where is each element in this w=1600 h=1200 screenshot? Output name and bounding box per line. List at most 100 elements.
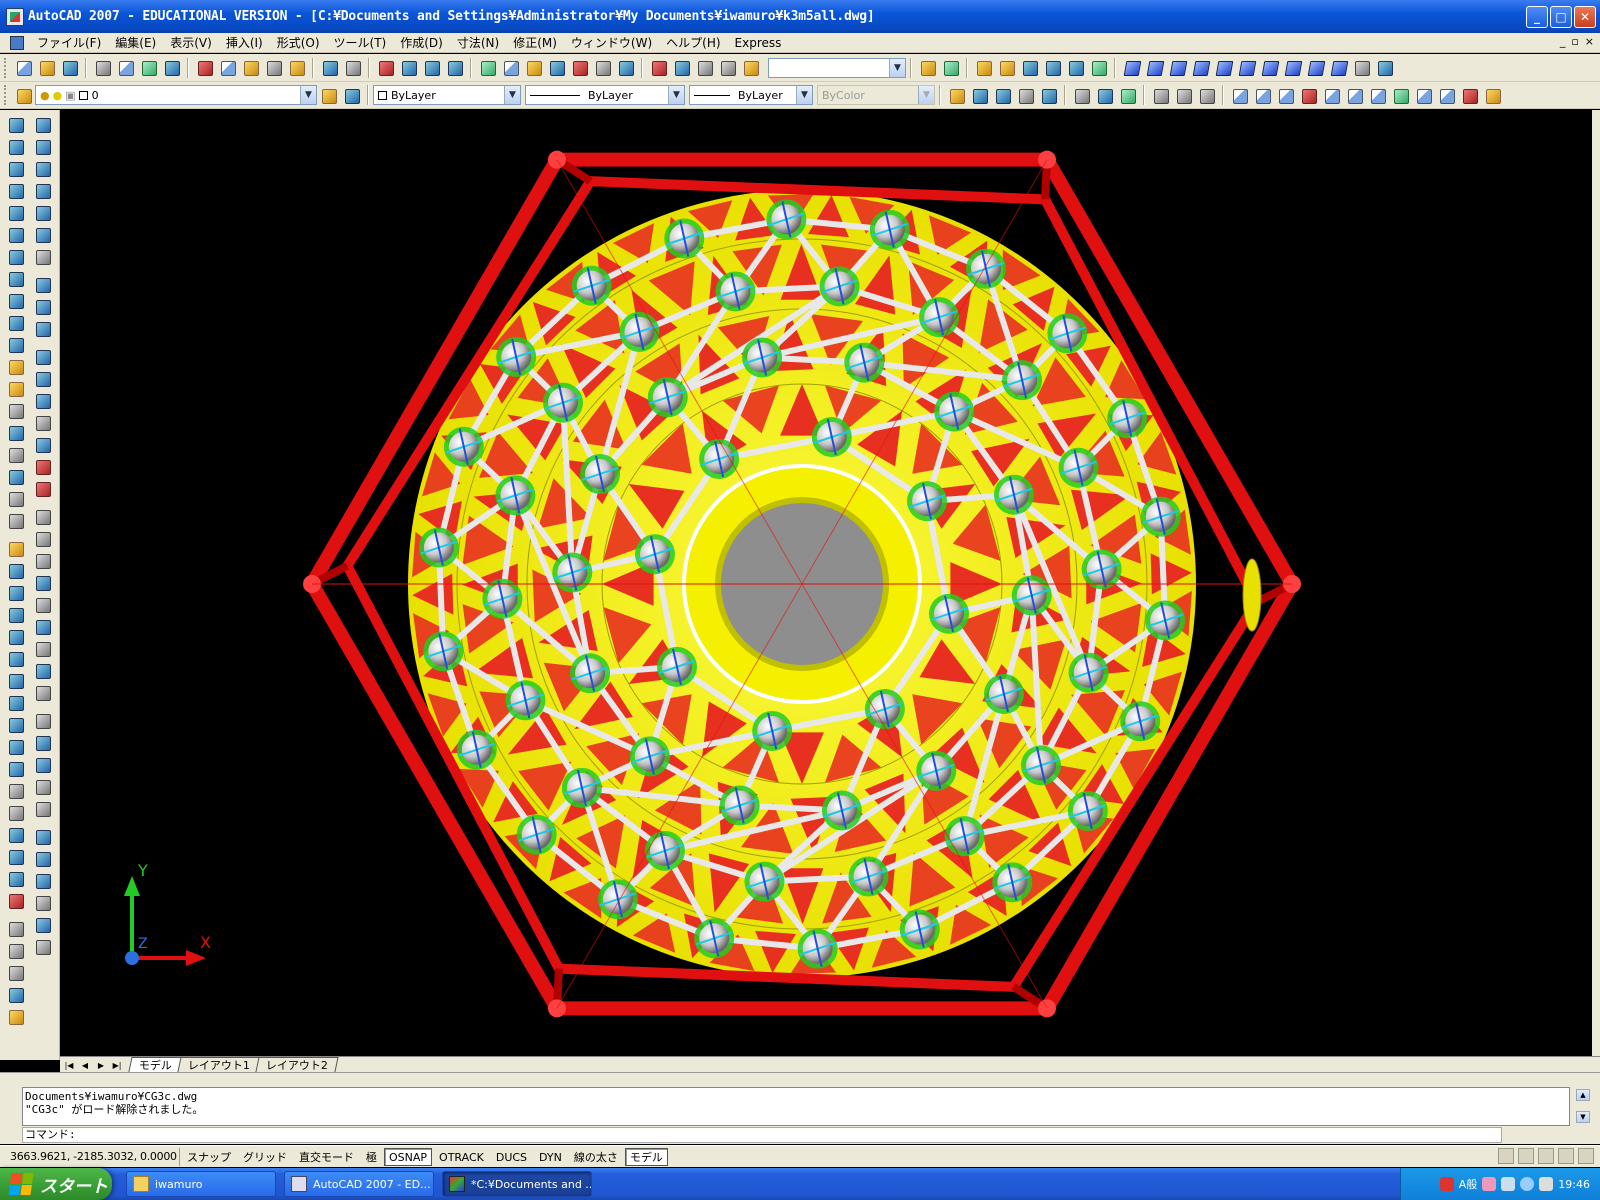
view-ne-iso-icon[interactable] <box>1306 58 1325 77</box>
rectangle-icon[interactable] <box>6 203 25 222</box>
view-sw-iso-icon[interactable] <box>1260 58 1279 77</box>
copy-faces-icon[interactable] <box>1368 86 1387 105</box>
zoom-window-icon[interactable] <box>422 58 441 77</box>
stretch-icon[interactable] <box>6 715 25 734</box>
dyn-toggle[interactable]: DYN <box>534 1148 567 1166</box>
menu-file[interactable]: ファイル(F) <box>30 34 108 51</box>
menu-edit[interactable]: 編集(E) <box>108 34 163 51</box>
layer-previous-icon[interactable] <box>342 86 361 105</box>
ime-indicator[interactable]: A般 <box>1459 1176 1478 1192</box>
zoom-realtime-icon[interactable] <box>399 58 418 77</box>
imprint-icon[interactable] <box>1414 86 1433 105</box>
render-icon[interactable] <box>918 58 937 77</box>
ellipse-icon[interactable] <box>6 313 25 332</box>
3d-rotate-icon[interactable] <box>33 849 52 868</box>
environment-icon[interactable] <box>1043 58 1062 77</box>
minimize-button[interactable]: _ <box>1526 6 1548 28</box>
ducs-toggle[interactable]: DUCS <box>491 1148 532 1166</box>
tab-model[interactable]: モデル <box>128 1057 183 1072</box>
document-icon[interactable] <box>10 35 24 50</box>
break-at-point-icon[interactable] <box>6 781 25 800</box>
helix-icon[interactable] <box>33 661 52 680</box>
snap-node-icon[interactable] <box>33 413 52 432</box>
view-right-icon[interactable] <box>1191 58 1210 77</box>
properties-icon[interactable] <box>478 58 497 77</box>
plot-icon[interactable] <box>93 58 112 77</box>
construction-line-icon[interactable] <box>6 137 25 156</box>
hatch-icon[interactable] <box>6 423 25 442</box>
snap-toggle[interactable]: スナップ <box>182 1148 236 1166</box>
shell-icon[interactable] <box>1460 86 1479 105</box>
revolve-icon[interactable] <box>33 777 52 796</box>
menu-tools[interactable]: ツール(T) <box>327 34 394 51</box>
3d-zoom-icon[interactable] <box>672 58 691 77</box>
offset-icon[interactable] <box>6 605 25 624</box>
camera-icon[interactable] <box>718 58 737 77</box>
delete-faces-icon[interactable] <box>1299 86 1318 105</box>
snap-parallel-icon[interactable] <box>33 369 52 388</box>
camera-view-icon[interactable] <box>1352 58 1371 77</box>
snap-apparent-icon[interactable] <box>33 225 52 244</box>
lineweight-toggle[interactable]: 線の太さ <box>569 1148 623 1166</box>
mapping-icon[interactable] <box>1089 58 1108 77</box>
taskbar-item-autocad[interactable]: AutoCAD 2007 - ED... <box>284 1171 434 1197</box>
presspull-icon[interactable] <box>33 733 52 752</box>
doc-restore-button[interactable]: ▫ <box>1571 35 1578 48</box>
paste-icon[interactable] <box>241 58 260 77</box>
copy-object-icon[interactable] <box>6 561 25 580</box>
make-block-icon[interactable] <box>6 379 25 398</box>
snap-quadrant-icon[interactable] <box>33 297 52 316</box>
plot-preview-icon[interactable] <box>116 58 135 77</box>
visual-style-2d-icon[interactable] <box>947 86 966 105</box>
ortho-toggle[interactable]: 直交モード <box>294 1148 359 1166</box>
snap-insert-icon[interactable] <box>33 391 52 410</box>
3d-array-icon[interactable] <box>33 893 52 912</box>
chevron-down-icon[interactable]: ▼ <box>796 86 812 104</box>
layer-combo[interactable]: ● ● ▣ 0 ▼ <box>35 85 317 105</box>
chevron-down-icon[interactable]: ▼ <box>668 86 684 104</box>
toolbar-grip[interactable] <box>4 85 8 105</box>
menu-view[interactable]: 表示(V) <box>163 34 219 51</box>
revision-cloud-icon[interactable] <box>6 269 25 288</box>
gradient-icon[interactable] <box>6 445 25 464</box>
scroll-down-icon[interactable]: ▼ <box>1576 1111 1590 1123</box>
menu-dimension[interactable]: 寸法(N) <box>450 34 506 51</box>
toolbar-grip[interactable] <box>4 57 8 78</box>
rotate-faces-icon[interactable] <box>1322 86 1341 105</box>
temp-track-icon[interactable] <box>33 115 52 134</box>
view-bottom-icon[interactable] <box>1145 58 1164 77</box>
linetype-combo[interactable]: ByLayer ▼ <box>525 85 685 105</box>
ellipse-arc-icon[interactable] <box>6 335 25 354</box>
3d-pan-icon[interactable] <box>695 58 714 77</box>
render-preset-icon[interactable] <box>1066 58 1085 77</box>
slice-icon[interactable] <box>33 915 52 934</box>
move-faces-icon[interactable] <box>1253 86 1272 105</box>
tab-last-button[interactable]: ▶| <box>110 1058 124 1072</box>
snap-intersection-icon[interactable] <box>33 203 52 222</box>
trim-icon[interactable] <box>6 737 25 756</box>
network-icon[interactable] <box>1501 1177 1516 1191</box>
solid-wedge-icon[interactable] <box>33 529 52 548</box>
light-icon[interactable] <box>974 58 993 77</box>
lock-icon[interactable] <box>1518 1148 1534 1164</box>
pan-icon[interactable] <box>376 58 395 77</box>
orbit-free-icon[interactable] <box>1095 86 1114 105</box>
close-button[interactable]: ✕ <box>1574 6 1596 28</box>
previous-view-icon[interactable] <box>1375 58 1394 77</box>
ucs-icon[interactable] <box>6 919 25 938</box>
subtract-icon[interactable] <box>1174 86 1193 105</box>
osnap-toggle[interactable]: OSNAP <box>384 1147 433 1166</box>
tab-next-button[interactable]: ▶ <box>94 1058 108 1072</box>
materials-icon[interactable] <box>941 58 960 77</box>
osnap-settings-icon[interactable] <box>33 479 52 498</box>
solid-box-icon[interactable] <box>33 507 52 526</box>
tab-layout1[interactable]: レイアウト1 <box>177 1057 261 1072</box>
scroll-up-icon[interactable]: ▲ <box>1576 1089 1590 1101</box>
help-icon[interactable] <box>616 58 635 77</box>
separate-icon[interactable] <box>1437 86 1456 105</box>
sphere-icon[interactable] <box>6 985 25 1004</box>
status-menu-icon[interactable] <box>1558 1148 1574 1164</box>
command-input[interactable]: コマンド: <box>22 1127 1502 1143</box>
render-material-icon[interactable] <box>6 1007 25 1026</box>
solid-cylinder-icon[interactable] <box>33 595 52 614</box>
